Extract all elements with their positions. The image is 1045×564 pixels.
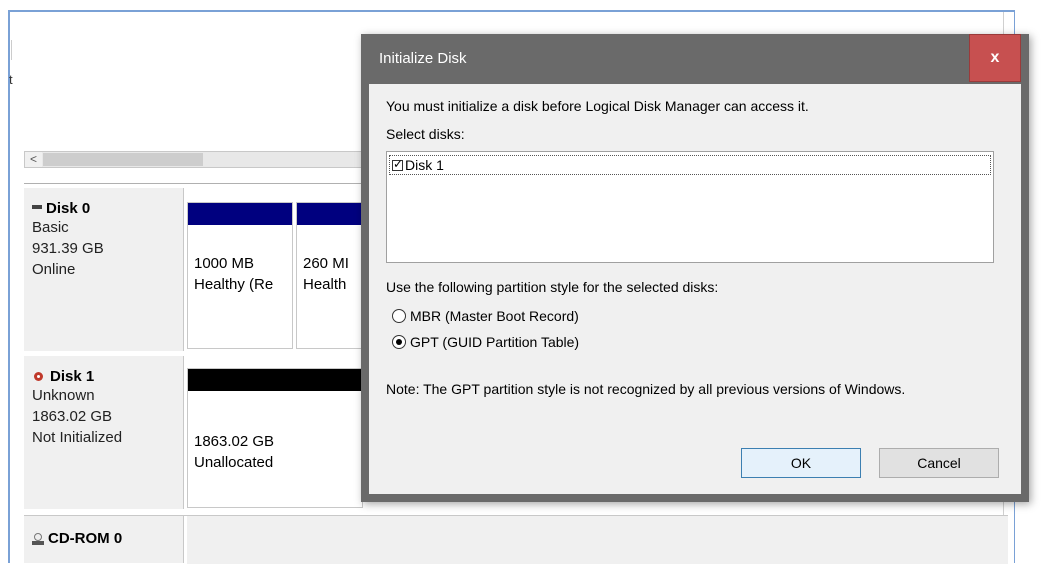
horizontal-scrollbar[interactable]: <: [24, 151, 374, 168]
ok-button[interactable]: OK: [741, 448, 861, 478]
mbr-radio[interactable]: [392, 309, 406, 323]
disk-listbox[interactable]: Disk 1: [386, 151, 994, 263]
disk-name: Disk 1: [50, 368, 95, 385]
partition-bar: [297, 203, 361, 225]
cdrom-icon: [32, 532, 44, 545]
initialize-disk-dialog: Initialize Disk x You must initialize a …: [361, 34, 1029, 502]
gutter-mark: t: [9, 72, 13, 87]
cdrom-label-panel[interactable]: CD-ROM 0: [24, 516, 184, 563]
dialog-title-bar[interactable]: Initialize Disk x: [361, 34, 1029, 84]
partition-state: Healthy (Re: [194, 276, 274, 293]
scrollbar-thumb[interactable]: [43, 153, 203, 166]
cdrom-partition-area: [187, 516, 1008, 564]
dialog-intro-text: You must initialize a disk before Logica…: [386, 98, 809, 114]
disk-type: Basic: [32, 219, 69, 236]
disk-size: 1863.02 GB: [32, 408, 113, 425]
left-stub: [11, 40, 16, 60]
partition-1-0[interactable]: 1863.02 GB Unallocated: [187, 368, 363, 508]
disk-name: CD-ROM 0: [48, 530, 123, 547]
partition-size: 260 MI: [303, 255, 349, 272]
partition-size: 1000 MB: [194, 255, 255, 272]
disk-name: Disk 0: [46, 200, 91, 217]
cancel-button[interactable]: Cancel: [879, 448, 999, 478]
gpt-note: Note: The GPT partition style is not rec…: [386, 381, 906, 397]
partition-bar: [188, 369, 362, 391]
disk-status: Online: [32, 261, 76, 278]
list-item-label: Disk 1: [405, 157, 444, 173]
gpt-option[interactable]: GPT (GUID Partition Table): [392, 334, 579, 350]
disk-1-checkbox[interactable]: [392, 157, 403, 171]
scroll-left-arrow-icon[interactable]: <: [25, 152, 42, 167]
dialog-title: Initialize Disk: [379, 50, 467, 67]
gpt-radio[interactable]: [392, 335, 406, 349]
mbr-label: MBR (Master Boot Record): [410, 308, 579, 324]
dialog-body: You must initialize a disk before Logica…: [369, 84, 1021, 494]
list-item[interactable]: Disk 1: [389, 155, 991, 175]
partition-size: 1863.02 GB: [194, 433, 275, 450]
disk-0-label-panel[interactable]: Disk 0 Basic 931.39 GB Online: [24, 188, 184, 351]
close-icon: x: [990, 49, 1000, 66]
partition-0-1[interactable]: 260 MI Health: [296, 202, 362, 349]
gpt-label: GPT (GUID Partition Table): [410, 334, 580, 350]
partition-0-0[interactable]: 1000 MB Healthy (Re: [187, 202, 293, 349]
partition-state: Health: [303, 276, 347, 293]
mbr-option[interactable]: MBR (Master Boot Record): [392, 308, 579, 324]
partition-bar: [188, 203, 292, 225]
disk-icon: [32, 204, 42, 209]
disk-not-initialized-icon: [32, 370, 46, 384]
partition-state: Unallocated: [194, 454, 274, 471]
disk-row-cdrom[interactable]: CD-ROM 0: [24, 515, 1008, 564]
disk-1-label-panel[interactable]: Disk 1 Unknown 1863.02 GB Not Initialize…: [24, 356, 184, 509]
disk-status: Not Initialized: [32, 429, 123, 446]
disk-type: Unknown: [32, 387, 95, 404]
partition-style-prompt: Use the following partition style for th…: [386, 279, 719, 295]
disk-size: 931.39 GB: [32, 240, 104, 257]
close-button[interactable]: x: [969, 34, 1021, 82]
select-disks-label: Select disks:: [386, 126, 465, 142]
